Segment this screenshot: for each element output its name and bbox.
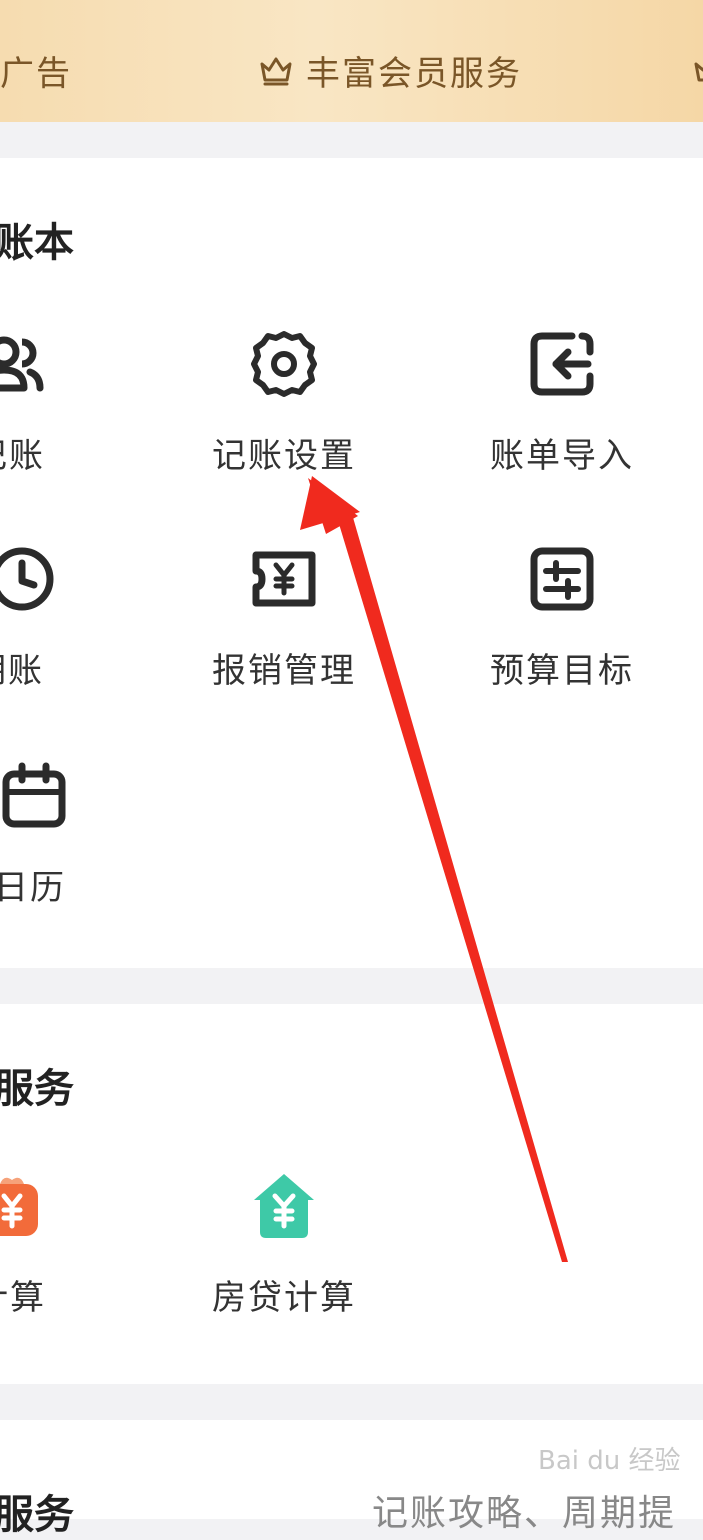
service-card: 服务 计算 房贷计算 [0, 1004, 703, 1384]
calendar-icon [2, 762, 66, 828]
grid-item-label: 记账设置 [212, 436, 356, 476]
banner-crown-partial [692, 42, 703, 98]
more-service-title: 服务 [0, 1492, 74, 1538]
service-section-title: 服务 [0, 1066, 74, 1112]
clock-icon [0, 547, 54, 611]
ledger-card: 账本 记账 记账设置 账单导入 期账 [0, 158, 703, 968]
grid-item-label: 房贷计算 [212, 1278, 356, 1318]
grid-item-label: 计算 [0, 1278, 46, 1318]
people-icon [0, 336, 44, 392]
banner-ad-item[interactable]: 广告 [0, 42, 72, 98]
house-loan-icon [254, 1174, 314, 1238]
banner-ad-label: 广告 [0, 53, 72, 94]
banner-member-label: 丰富会员服务 [306, 53, 522, 94]
grid-item-label: 期账 [0, 651, 44, 691]
grid-item-label: 记账 [0, 436, 45, 476]
grid-item-label: 日历 [0, 868, 66, 908]
grid-item-label: 账单导入 [490, 436, 634, 476]
crown-icon [694, 62, 703, 82]
grid-item-label: 报销管理 [212, 651, 356, 691]
salary-icon [0, 1177, 38, 1236]
gear-icon [251, 331, 317, 397]
ledger-section-title: 账本 [0, 220, 74, 266]
import-icon [530, 332, 594, 396]
baidu-watermark: Bai du 经验 [538, 1446, 681, 1476]
budget-icon [530, 547, 594, 611]
banner-member-item[interactable]: 丰富会员服务 [258, 42, 522, 98]
more-service-subtitle[interactable]: 记账攻略、周期提 [372, 1484, 676, 1536]
crown-icon [260, 57, 292, 86]
reimburse-icon [252, 551, 316, 607]
member-banner[interactable]: 广告 丰富会员服务 [0, 0, 703, 122]
grid-item-label: 预算目标 [490, 651, 634, 691]
